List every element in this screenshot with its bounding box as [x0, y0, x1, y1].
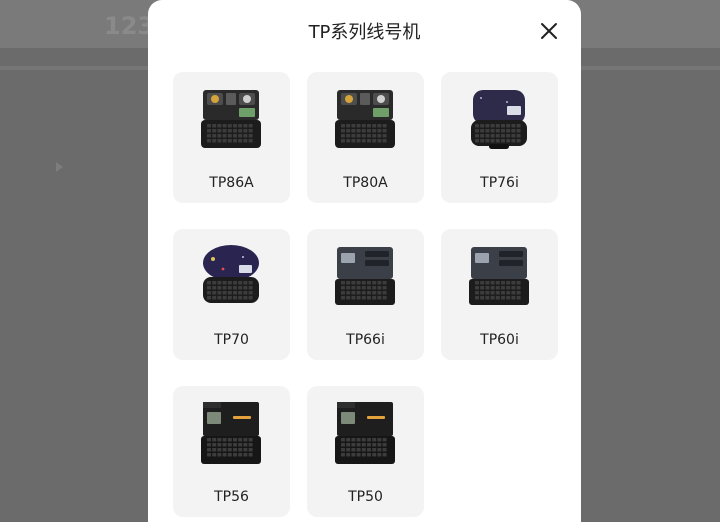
product-card-tp60i[interactable]: TP60i	[441, 229, 558, 360]
product-image	[467, 84, 531, 154]
product-card-tp86a[interactable]: TP86A	[173, 72, 290, 203]
product-label: TP86A	[209, 175, 254, 191]
background-number: 123	[104, 12, 155, 40]
product-label: TP66i	[346, 332, 385, 348]
product-label: TP70	[214, 332, 249, 348]
product-image	[333, 398, 397, 468]
product-label: TP76i	[480, 175, 519, 191]
close-icon	[541, 23, 557, 39]
product-label: TP80A	[343, 175, 388, 191]
dialog-header: TP系列线号机	[148, 0, 581, 62]
product-image	[199, 398, 263, 468]
product-selection-dialog: TP系列线号机 TP86A TP80A TP76i TP70 TP66i TP6…	[148, 0, 581, 522]
product-label: TP56	[214, 489, 249, 505]
product-card-tp50[interactable]: TP50	[307, 386, 424, 517]
product-image	[199, 84, 263, 154]
product-card-tp56[interactable]: TP56	[173, 386, 290, 517]
product-card-tp70[interactable]: TP70	[173, 229, 290, 360]
product-card-tp80a[interactable]: TP80A	[307, 72, 424, 203]
dialog-title: TP系列线号机	[308, 22, 421, 43]
product-card-tp66i[interactable]: TP66i	[307, 229, 424, 360]
product-image	[199, 241, 263, 311]
product-card-tp76i[interactable]: TP76i	[441, 72, 558, 203]
close-button[interactable]	[538, 20, 560, 42]
product-image	[333, 241, 397, 311]
product-image	[467, 241, 531, 311]
product-image	[333, 84, 397, 154]
product-label: TP50	[348, 489, 383, 505]
product-label: TP60i	[480, 332, 519, 348]
background-arrow-icon	[56, 162, 63, 172]
